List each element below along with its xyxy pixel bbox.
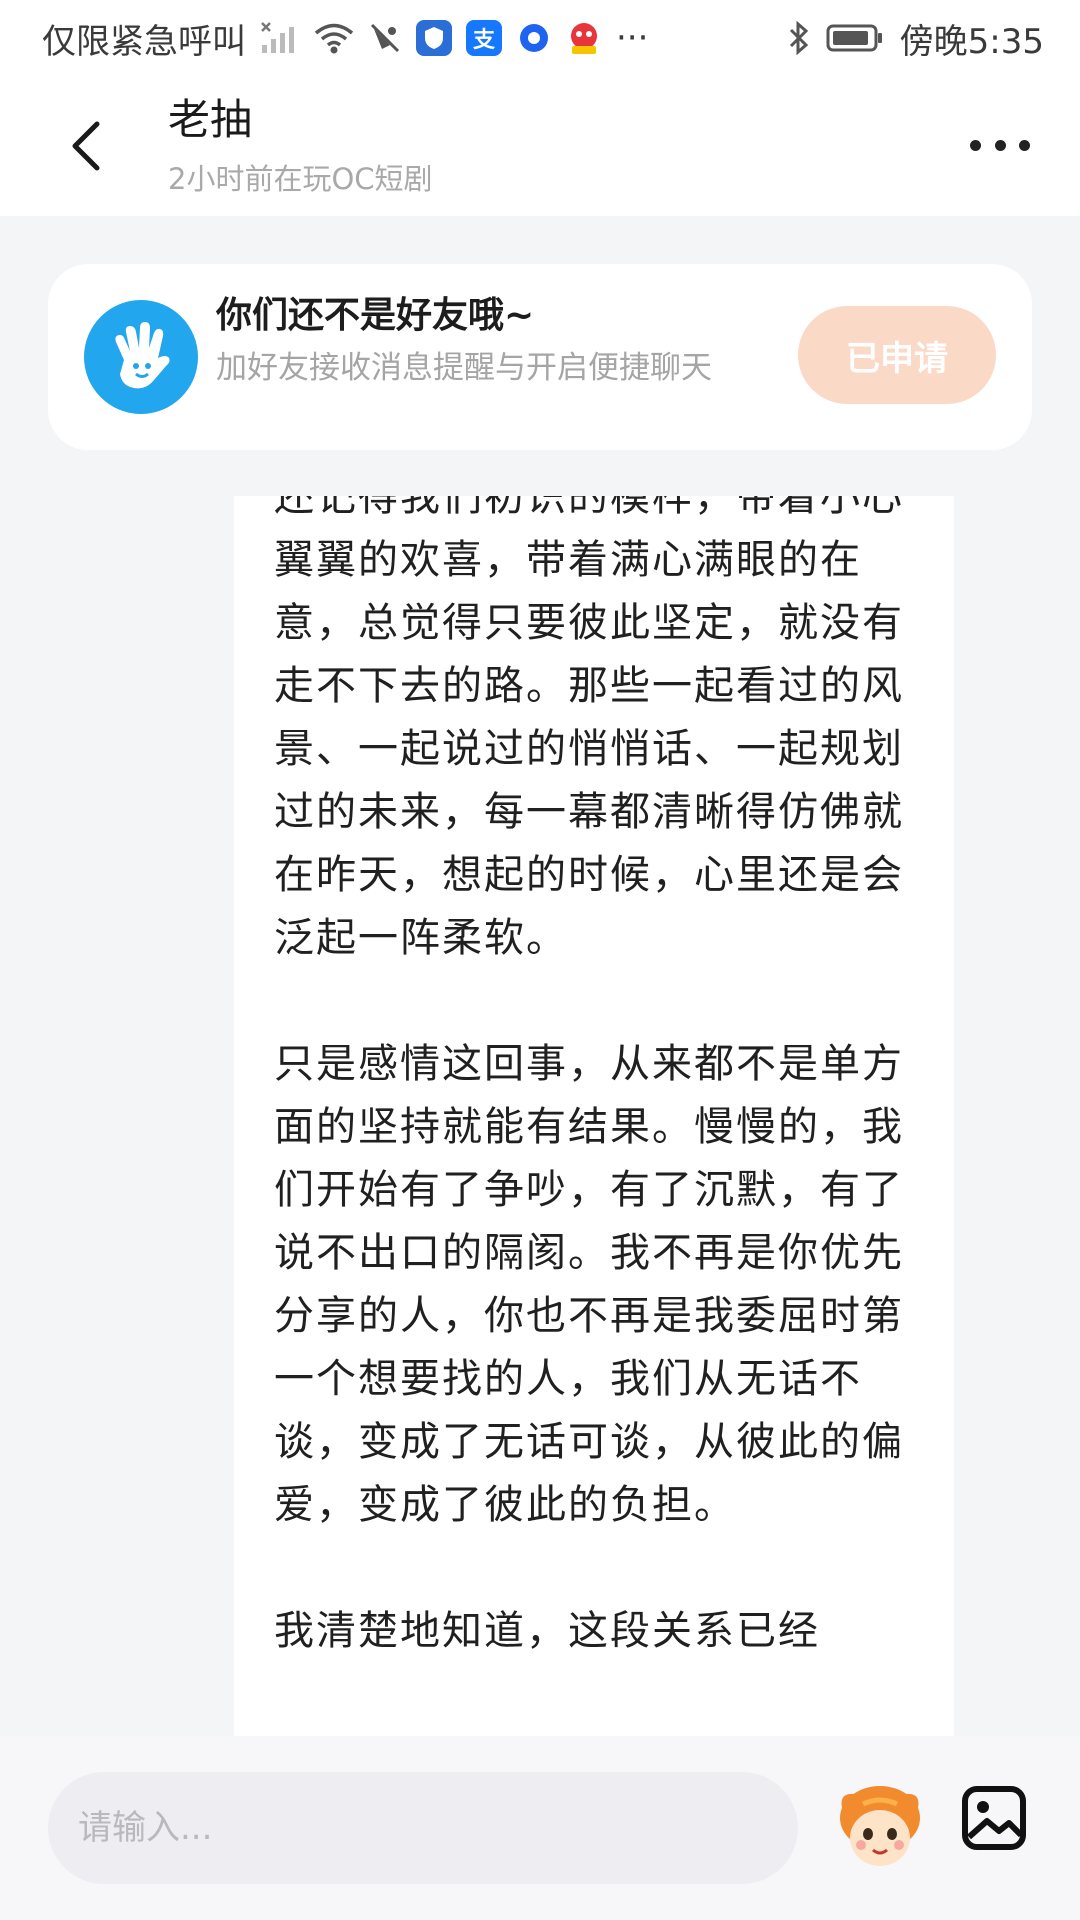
sticker-mascot-icon [840, 1786, 920, 1866]
image-icon [962, 1786, 1026, 1850]
hand-wave-icon [84, 300, 198, 414]
friend-request-banner: 你们还不是好友哦~ 加好友接收消息提醒与开启便捷聊天 已申请 [48, 264, 1032, 450]
contact-activity-status: 2小时前在玩OC短剧 [168, 162, 433, 196]
no-signal-icon [260, 21, 300, 55]
more-dot-icon [970, 139, 981, 151]
message-input[interactable] [48, 1772, 798, 1884]
wifi-icon [314, 22, 354, 54]
shield-app-icon [416, 20, 452, 56]
header-title-group: 老抽 2小时前在玩OC短剧 [168, 92, 433, 198]
message-paragraph: 还记得我们初识的模样，带着小心翼翼的欢喜，带着满心满眼的在意，总觉得只要彼此坚定… [274, 496, 904, 961]
browser-icon [516, 20, 552, 56]
message-text: 还记得我们初识的模样，带着小心翼翼的欢喜，带着满心满眼的在意，总觉得只要彼此坚定… [274, 496, 914, 1726]
status-left: 仅限紧急呼叫 支 ··· [42, 14, 788, 63]
game-app-icon [566, 20, 602, 56]
status-right: 傍晚5:35 [788, 14, 1044, 63]
chat-header: 老抽 2小时前在玩OC短剧 [0, 76, 1080, 216]
more-dot-icon [1019, 139, 1030, 151]
alipay-icon: 支 [466, 20, 502, 56]
chevron-left-icon [72, 121, 100, 171]
bluetooth-icon [788, 21, 810, 55]
status-time: 傍晚5:35 [899, 21, 1044, 62]
overflow-dots: ··· [616, 18, 649, 58]
image-picker-button[interactable] [958, 1782, 1030, 1854]
message-paragraph: 我清楚地知道，这段关系已经 [274, 1608, 820, 1654]
status-bar: 仅限紧急呼叫 支 ··· 傍晚5:35 [0, 0, 1080, 76]
input-bar [0, 1736, 1080, 1920]
contact-name[interactable]: 老抽 [168, 92, 433, 148]
message-bubble[interactable]: 还记得我们初识的模样，带着小心翼翼的欢喜，带着满心满眼的在意，总觉得只要彼此坚定… [234, 496, 954, 1736]
carrier-text: 仅限紧急呼叫 [42, 21, 246, 62]
friend-banner-description: 加好友接收消息提醒与开启便捷聊天 [216, 350, 712, 386]
sticker-button[interactable] [832, 1772, 928, 1884]
battery-icon [826, 23, 884, 53]
more-options-button[interactable] [970, 130, 1030, 160]
friend-request-applied-button[interactable]: 已申请 [798, 306, 996, 404]
friend-banner-title: 你们还不是好友哦~ [216, 295, 535, 336]
message-paragraph: 只是感情这回事，从来都不是单方面的坚持就能有结果。慢慢的，我们开始有了争吵，有了… [274, 1041, 904, 1528]
more-dot-icon [994, 139, 1006, 151]
data-off-icon [368, 21, 402, 55]
chat-screen: 仅限紧急呼叫 支 ··· 傍晚5:35 老抽 2小时前在玩OC短剧 你们还不是好… [0, 0, 1080, 1920]
back-button[interactable] [58, 118, 114, 174]
